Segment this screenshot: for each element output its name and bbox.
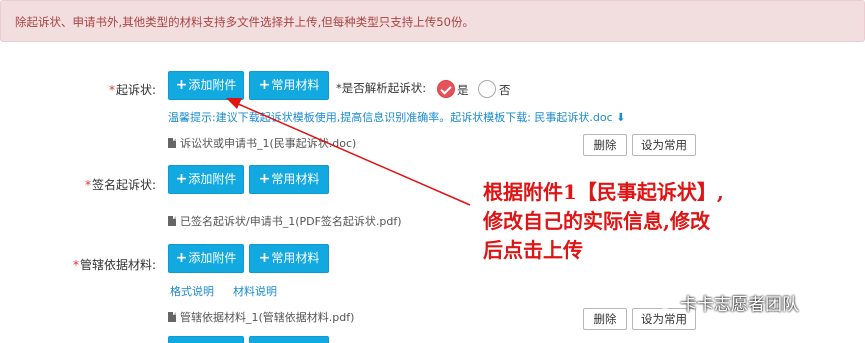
download-icon[interactable]: ⬇ <box>616 111 625 124</box>
complaint-file: 诉讼状或申请书_1(民事起诉状.doc) <box>168 135 356 151</box>
jurisdiction-label: *管辖依据材料: <box>72 258 156 272</box>
plus-icon: + <box>175 77 188 93</box>
parse-complaint-label: *是否解析起诉状: <box>336 81 427 95</box>
jurisdiction-common-material-button[interactable]: +常用材料 <box>249 244 329 273</box>
notice-banner: 除起诉状、申请书外,其他类型的材料支持多文件选择并上传,但每种类型只支持上传50… <box>0 0 865 42</box>
complaint-delete-button[interactable]: 删除 <box>583 134 627 156</box>
format-description-link[interactable]: 格式说明 <box>170 285 214 298</box>
complaint-label: *起诉状: <box>108 83 156 97</box>
signed-file: 已签名起诉状/申请书_1(PDF签名起诉状.pdf) <box>168 213 402 229</box>
watermark-text: 卡卡志愿者团队 <box>680 295 799 315</box>
complaint-common-material-button[interactable]: +常用材料 <box>249 71 329 100</box>
complaint-tip: 温馨提示:建议下载起诉状模板使用,提高信息识别准确率。起诉状模板下载: 民事起诉… <box>168 111 626 124</box>
signed-common-material-button[interactable]: +常用材料 <box>249 165 329 194</box>
plus-icon: + <box>175 250 188 266</box>
signed-complaint-label: *签名起诉状: <box>84 178 156 192</box>
parse-no-radio[interactable] <box>478 80 496 98</box>
complaint-add-attachment-button[interactable]: +添加附件 <box>168 71 244 100</box>
jurisdiction-delete-button[interactable]: 删除 <box>583 308 627 330</box>
parse-yes-radio[interactable] <box>437 80 455 98</box>
signed-add-attachment-button[interactable]: +添加附件 <box>168 165 244 194</box>
file-icon <box>168 312 176 322</box>
material-description-link[interactable]: 材料说明 <box>233 285 277 298</box>
jurisdiction-add-attachment-button[interactable]: +添加附件 <box>168 244 244 273</box>
complaint-set-common-button[interactable]: 设为常用 <box>632 134 696 156</box>
plus-icon: + <box>175 171 188 187</box>
instruction-annotation: 根据附件1【民事起诉状】, 修改自己的实际信息,修改 后点击上传 <box>483 180 724 262</box>
next-add-attachment-button[interactable] <box>168 336 244 343</box>
jurisdiction-file: 管辖依据材料_1(管辖依据材料.pdf) <box>168 309 354 325</box>
plus-icon: + <box>258 250 271 266</box>
jurisdiction-links: 格式说明 材料说明 <box>170 283 277 299</box>
file-icon <box>168 216 176 226</box>
wechat-icon <box>651 292 672 309</box>
parse-no-label: 否 <box>499 83 511 97</box>
plus-icon: + <box>258 171 271 187</box>
template-download-link[interactable]: 民事起诉状.doc <box>534 111 612 124</box>
parse-yes-label: 是 <box>457 83 469 97</box>
plus-icon: + <box>258 77 271 93</box>
file-icon <box>168 138 176 148</box>
next-common-material-button[interactable] <box>249 336 329 343</box>
